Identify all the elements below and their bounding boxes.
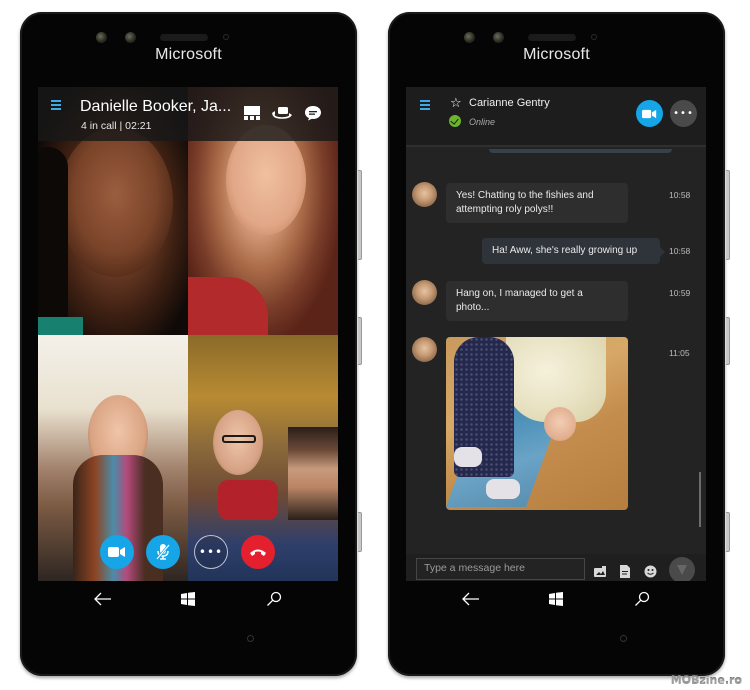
front-camera	[96, 32, 107, 43]
emoji-icon[interactable]	[644, 563, 657, 578]
shared-photo[interactable]	[446, 337, 628, 510]
layout-grid-icon[interactable]	[243, 105, 261, 121]
volume-button	[358, 170, 362, 260]
power-button	[726, 317, 730, 365]
microphone-muted-icon	[156, 544, 170, 560]
back-arrow-icon[interactable]	[93, 589, 113, 609]
phone-chat: Microsoft ☆ Carianne Gentry Online ••• Y…	[388, 12, 730, 676]
avatar[interactable]	[412, 280, 437, 305]
message-timestamp: 10:59	[669, 288, 691, 298]
search-icon[interactable]	[632, 589, 652, 609]
end-call-button[interactable]	[241, 535, 275, 569]
video-camera-icon	[642, 109, 657, 118]
call-controls: •••	[38, 535, 338, 573]
video-toggle-button[interactable]	[100, 535, 134, 569]
message-timestamp: 10:58	[669, 190, 691, 200]
media-icon[interactable]	[594, 563, 607, 577]
avatar[interactable]	[412, 182, 437, 207]
contact-name[interactable]: Carianne Gentry	[469, 97, 550, 109]
proximity-sensor	[223, 34, 229, 40]
file-icon[interactable]	[620, 563, 633, 578]
message-timestamp: 10:58	[669, 246, 691, 256]
brand-logo: Microsoft	[155, 46, 222, 63]
more-dots-icon: •••	[198, 545, 224, 559]
call-status: 4 in call | 02:21	[81, 120, 152, 132]
nav-bar	[388, 585, 725, 613]
more-options-button[interactable]: •••	[194, 535, 228, 569]
earpiece-speaker	[528, 34, 576, 41]
hang-up-icon	[250, 549, 266, 556]
proximity-sensor	[591, 34, 597, 40]
windows-start-icon[interactable]	[178, 589, 198, 609]
brand-logo: Microsoft	[523, 46, 590, 63]
send-button[interactable]	[669, 557, 695, 581]
front-sensor	[125, 32, 136, 43]
chat-header: ☆ Carianne Gentry Online •••	[406, 87, 706, 147]
chat-screen: ☆ Carianne Gentry Online ••• Yes! Chatti…	[406, 87, 706, 581]
phone-video-call: Microsoft Danielle Booker, Ja... 4 in ca…	[20, 12, 362, 676]
message-composer: Type a message here	[406, 554, 706, 581]
back-arrow-icon[interactable]	[461, 589, 481, 609]
video-call-button[interactable]	[636, 100, 663, 127]
hamburger-menu-icon[interactable]	[51, 100, 61, 112]
participant-grid	[38, 87, 338, 581]
send-icon	[677, 565, 687, 575]
camera-button	[726, 512, 730, 552]
volume-button	[726, 170, 730, 260]
switch-camera-icon[interactable]	[271, 105, 293, 121]
microphone-hole	[620, 635, 627, 642]
microphone-hole	[247, 635, 254, 642]
nav-bar	[20, 585, 357, 613]
front-camera	[464, 32, 475, 43]
presence-status: Online	[469, 117, 496, 127]
online-status-icon	[449, 115, 461, 127]
message-input[interactable]: Type a message here	[416, 558, 585, 580]
call-title: Danielle Booker, Ja...	[80, 98, 232, 115]
watermark: MOBzine.ro	[670, 674, 742, 687]
earpiece-speaker	[160, 34, 208, 41]
self-view-pip[interactable]	[288, 427, 338, 520]
avatar[interactable]	[412, 337, 437, 362]
message-bubble-incoming: Hang on, I managed to get a photo...	[446, 281, 628, 321]
video-camera-icon	[108, 547, 125, 557]
power-button	[358, 317, 362, 365]
video-call-screen: Danielle Booker, Ja... 4 in call | 02:21	[38, 87, 338, 581]
call-header: Danielle Booker, Ja... 4 in call | 02:21	[38, 87, 338, 141]
camera-button	[358, 512, 362, 552]
front-sensor	[493, 32, 504, 43]
star-outline-icon[interactable]: ☆	[450, 96, 462, 111]
hamburger-menu-icon[interactable]	[420, 100, 430, 112]
message-timestamp: 11:05	[669, 348, 690, 358]
more-dots-icon: •••	[673, 108, 694, 119]
chat-icon[interactable]	[304, 105, 322, 121]
windows-start-icon[interactable]	[546, 589, 566, 609]
mute-button[interactable]	[146, 535, 180, 569]
chat-view: ☆ Carianne Gentry Online ••• Yes! Chatti…	[406, 87, 706, 581]
message-bubble-outgoing: Ha! Aww, she's really growing up	[482, 238, 665, 264]
scrollbar[interactable]	[699, 472, 701, 527]
product-showcase: Microsoft Danielle Booker, Ja... 4 in ca…	[0, 0, 750, 690]
more-options-button[interactable]: •••	[670, 100, 697, 127]
message-bubble-incoming: Yes! Chatting to the fishies and attempt…	[446, 183, 628, 223]
search-icon[interactable]	[264, 589, 284, 609]
previous-message-edge	[489, 149, 672, 153]
